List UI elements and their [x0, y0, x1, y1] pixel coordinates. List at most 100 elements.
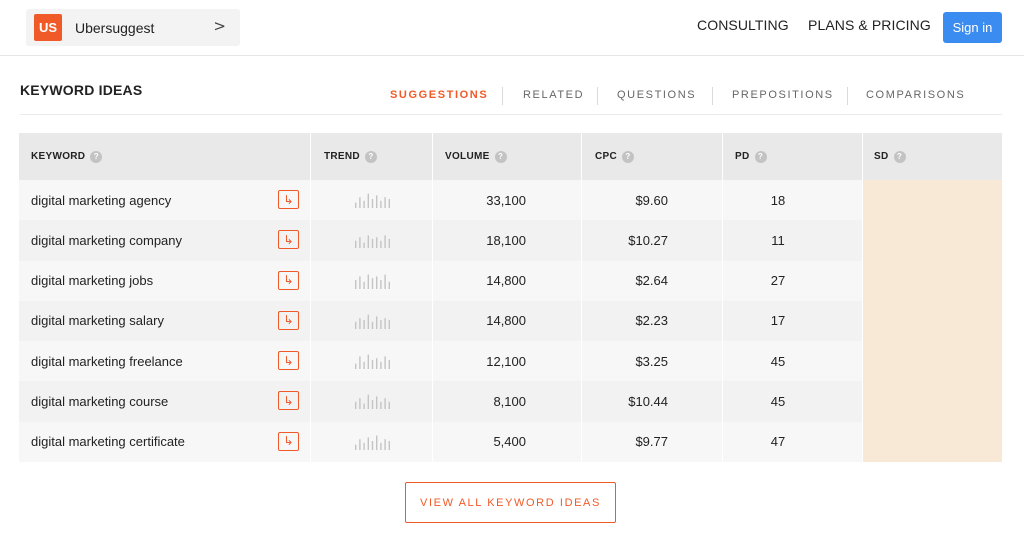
trend-bar: [380, 241, 382, 249]
column-header-keyword: KEYWORD ?: [31, 133, 103, 180]
volume-cell: 8,100: [493, 393, 526, 409]
trend-bar: [359, 237, 361, 249]
trend-bar: [384, 235, 386, 249]
trend-sparkline: [355, 435, 390, 450]
volume-cell: 18,100: [486, 232, 526, 248]
trend-bar: [380, 319, 382, 329]
trend-bar: [355, 279, 357, 289]
trend-bar: [355, 321, 357, 329]
column-header-volume: VOLUME ?: [445, 133, 507, 180]
tab-divider: [597, 87, 598, 105]
help-icon[interactable]: ?: [494, 150, 507, 163]
trend-bar: [363, 404, 365, 410]
keyword-tabs: SUGGESTIONS RELATED QUESTIONS PREPOSITIO…: [372, 87, 1002, 105]
trend-bar: [355, 241, 357, 249]
trend-bar: [384, 398, 386, 410]
pd-cell: 47: [770, 434, 786, 450]
trend-bar: [371, 321, 374, 329]
tab-suggestions[interactable]: SUGGESTIONS: [390, 89, 488, 101]
cpc-cell: $2.64: [635, 273, 668, 289]
keyword-cell[interactable]: digital marketing agency: [31, 180, 171, 220]
trend-bar: [359, 318, 361, 329]
column-header-pd: PD ?: [735, 133, 767, 180]
keyword-cell[interactable]: digital marketing company: [31, 220, 182, 260]
column-label: KEYWORD: [31, 151, 86, 162]
trend-bar: [376, 237, 378, 249]
trend-bar: [388, 360, 390, 370]
trend-sparkline: [355, 314, 390, 329]
tab-questions[interactable]: QUESTIONS: [617, 89, 696, 101]
trend-bar: [376, 396, 378, 410]
brand-logo: US: [34, 14, 62, 41]
keyword-cell[interactable]: digital marketing freelance: [31, 341, 183, 381]
trend-bar: [380, 442, 382, 450]
open-keyword-icon[interactable]: ↳: [278, 230, 299, 250]
pd-cell: 45: [770, 393, 786, 409]
trend-bar: [371, 277, 374, 289]
tab-divider: [502, 87, 503, 105]
keyword-cell[interactable]: digital marketing jobs: [31, 261, 153, 301]
keyword-ideas-table: KEYWORD ? TREND ? VOLUME ? CPC ? PD ? SD…: [19, 133, 1002, 463]
tab-prepositions[interactable]: PREPOSITIONS: [732, 89, 834, 101]
trend-sparkline: [355, 395, 390, 410]
trend-bar: [388, 402, 390, 410]
trend-bar: [371, 199, 374, 208]
open-keyword-icon[interactable]: ↳: [278, 391, 299, 411]
keyword-cell[interactable]: digital marketing course: [31, 381, 168, 421]
open-keyword-icon[interactable]: ↳: [278, 270, 299, 290]
trend-bar: [388, 281, 390, 289]
help-icon[interactable]: ?: [754, 150, 767, 163]
open-keyword-icon[interactable]: ↳: [278, 351, 299, 371]
keyword-cell[interactable]: digital marketing salary: [31, 301, 164, 341]
trend-bar: [367, 395, 369, 410]
table-row: digital marketing agency↳33,100$9.601856: [19, 180, 1002, 221]
table-row: digital marketing course↳8,100$10.444568: [19, 381, 1002, 422]
trend-bar: [367, 314, 369, 329]
trend-sparkline: [355, 274, 390, 289]
trend-bar: [363, 319, 365, 329]
sign-in-button[interactable]: Sign in: [943, 12, 1002, 43]
column-divider: [310, 133, 311, 462]
project-selector[interactable]: US Ubersuggest >: [26, 9, 240, 46]
trend-bar: [371, 239, 374, 249]
chevron-right-icon: >: [213, 17, 226, 35]
help-icon[interactable]: ?: [893, 150, 906, 163]
help-icon[interactable]: ?: [622, 150, 635, 163]
table-body: digital marketing agency↳33,100$9.601856…: [19, 180, 1002, 463]
trend-bar: [355, 444, 357, 450]
volume-cell: 33,100: [486, 192, 526, 208]
table-row: digital marketing salary↳14,800$2.231760: [19, 300, 1002, 342]
trend-bar: [355, 363, 357, 370]
trend-bar: [367, 274, 369, 289]
sd-column-highlight: [862, 180, 1002, 462]
open-keyword-icon[interactable]: ↳: [278, 310, 299, 330]
view-all-keyword-ideas-button[interactable]: VIEW ALL KEYWORD IDEAS: [405, 482, 616, 523]
open-keyword-icon[interactable]: ↳: [278, 431, 299, 451]
trend-sparkline: [355, 193, 390, 208]
column-header-cpc: CPC ?: [595, 133, 635, 180]
trend-bar: [367, 437, 369, 450]
trend-bar: [363, 281, 365, 289]
cpc-cell: $2.23: [635, 313, 668, 329]
trend-bar: [380, 361, 382, 370]
nav-plans-pricing[interactable]: PLANS & PRICING: [808, 17, 931, 33]
nav-consulting[interactable]: CONSULTING: [697, 17, 789, 33]
table-row: digital marketing jobs↳14,800$2.642769: [19, 260, 1002, 301]
trend-bar: [376, 435, 378, 450]
trend-bar: [355, 402, 357, 410]
trend-bar: [363, 200, 365, 208]
trend-bar: [380, 279, 382, 289]
trend-bar: [355, 202, 357, 208]
tab-divider: [712, 87, 713, 105]
cpc-cell: $10.27: [628, 232, 668, 248]
trend-bar: [380, 200, 382, 208]
keyword-cell[interactable]: digital marketing certificate: [31, 422, 185, 462]
open-keyword-icon[interactable]: ↳: [278, 190, 299, 209]
top-header: US Ubersuggest > CONSULTING PLANS & PRIC…: [0, 0, 1024, 56]
tab-related[interactable]: RELATED: [523, 89, 584, 101]
volume-cell: 14,800: [486, 273, 526, 289]
trend-bar: [363, 242, 365, 249]
help-icon[interactable]: ?: [364, 150, 377, 163]
help-icon[interactable]: ?: [90, 150, 103, 163]
tab-comparisons[interactable]: COMPARISONS: [866, 89, 965, 101]
